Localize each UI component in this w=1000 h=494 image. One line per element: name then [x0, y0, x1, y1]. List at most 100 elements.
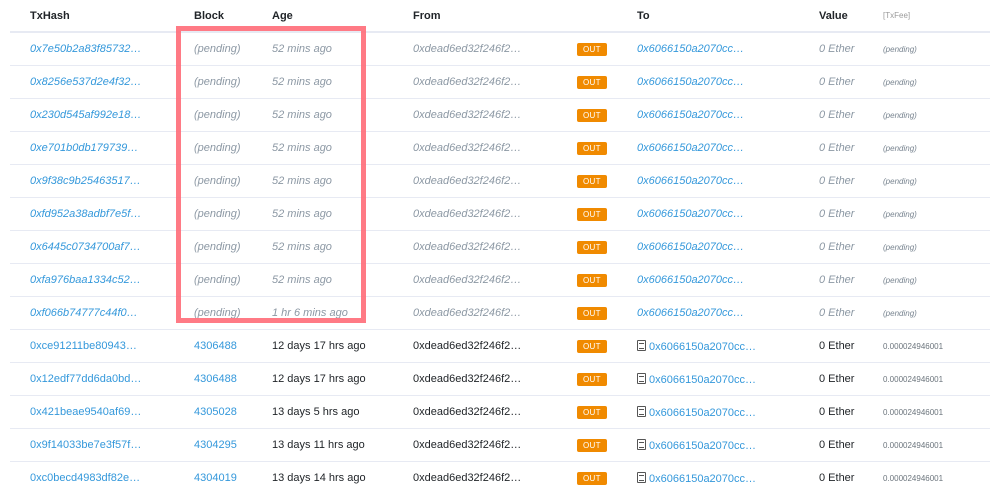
block-pending-text: (pending) — [194, 175, 240, 187]
block-cell: (pending) — [174, 132, 252, 165]
block-link[interactable]: 4304019 — [194, 472, 237, 484]
txhash-cell: 0xf066b74777c44f0… — [10, 297, 174, 330]
block-link[interactable]: 4306488 — [194, 373, 237, 385]
from-address: 0xdead6ed32f246f2… — [393, 330, 557, 363]
txhash-link[interactable]: 0xce91211be80943… — [30, 340, 137, 352]
to-address-link[interactable]: 0x6066150a2070cc… — [637, 76, 744, 88]
txhash-link[interactable]: 0x230d545af992e18… — [30, 109, 141, 121]
direction-cell: OUT — [557, 396, 617, 429]
txhash-cell: 0xfa976baa1334c52… — [10, 264, 174, 297]
table-row: 0xc0becd4983df82e… 4304019 13 days 14 hrs … — [10, 462, 990, 494]
table-row: 0xfa976baa1334c52…(pending)52 mins ago0x… — [10, 264, 990, 297]
txhash-cell: 0x12edf77dd6da0bd… — [10, 363, 174, 396]
txhash-link[interactable]: 0x421beae9540af69… — [30, 406, 141, 418]
column-header-to: To — [617, 0, 799, 32]
txhash-link[interactable]: 0x12edf77dd6da0bd… — [30, 373, 141, 385]
from-address: 0xdead6ed32f246f2… — [393, 462, 557, 494]
age-cell: 52 mins ago — [252, 32, 393, 66]
txhash-link[interactable]: 0xf066b74777c44f0… — [30, 307, 138, 319]
value-cell: 0 Ether — [799, 396, 863, 429]
table-row: 0x12edf77dd6da0bd… 4306488 12 days 17 hrs … — [10, 363, 990, 396]
from-address: 0xdead6ed32f246f2… — [393, 297, 557, 330]
block-cell: 4304019 — [174, 462, 252, 494]
to-address-link[interactable]: 0x6066150a2070cc… — [649, 341, 756, 353]
out-badge: OUT — [577, 109, 607, 122]
from-address: 0xdead6ed32f246f2… — [393, 132, 557, 165]
to-address-link[interactable]: 0x6066150a2070cc… — [637, 274, 744, 286]
table-row: 0xf066b74777c44f0…(pending)1 hr 6 mins a… — [10, 297, 990, 330]
out-badge: OUT — [577, 43, 607, 56]
from-address: 0xdead6ed32f246f2… — [393, 165, 557, 198]
txfee-cell: (pending) — [863, 165, 990, 198]
txfee-cell: (pending) — [863, 297, 990, 330]
value-cell: 0 Ether — [799, 264, 863, 297]
direction-cell: OUT — [557, 165, 617, 198]
direction-cell: OUT — [557, 429, 617, 462]
out-badge: OUT — [577, 406, 607, 419]
txhash-link[interactable]: 0xfa976baa1334c52… — [30, 274, 141, 286]
txhash-link[interactable]: 0xfd952a38adbf7e5f… — [30, 208, 141, 220]
block-pending-text: (pending) — [194, 241, 240, 253]
direction-cell: OUT — [557, 462, 617, 494]
table-row: 0x9f14033be7e3f57f…430429513 days 11 hrs… — [10, 429, 990, 462]
to-address-link[interactable]: 0x6066150a2070cc… — [649, 374, 756, 386]
out-badge: OUT — [577, 241, 607, 254]
to-address-link[interactable]: 0x6066150a2070cc… — [649, 407, 756, 419]
block-cell: (pending) — [174, 66, 252, 99]
direction-cell: OUT — [557, 363, 617, 396]
to-address-link[interactable]: 0x6066150a2070cc… — [637, 208, 744, 220]
block-cell: (pending) — [174, 231, 252, 264]
to-address-link[interactable]: 0x6066150a2070cc… — [637, 142, 744, 154]
txfee-cell: (pending) — [863, 32, 990, 66]
to-cell: 0x6066150a2070cc… — [617, 132, 799, 165]
age-cell: 12 days 17 hrs ago — [252, 363, 393, 396]
txhash-cell: 0x7e50b2a83f85732… — [10, 32, 174, 66]
block-cell: 4304295 — [174, 429, 252, 462]
txhash-link[interactable]: 0x9f14033be7e3f57f… — [30, 439, 141, 451]
txfee-cell: 0.000024946001 — [863, 396, 990, 429]
block-link[interactable]: 4304295 — [194, 439, 237, 451]
table-row: 0x8256e537d2e4f32…(pending)52 mins ago0x… — [10, 66, 990, 99]
value-cell: 0 Ether — [799, 429, 863, 462]
to-address-link[interactable]: 0x6066150a2070cc… — [637, 307, 744, 319]
txhash-link[interactable]: 0x6445c0734700af7… — [30, 241, 141, 253]
column-header-value: Value — [799, 0, 863, 32]
block-link[interactable]: 4306488 — [194, 340, 237, 352]
block-link[interactable]: 4305028 — [194, 406, 237, 418]
txhash-link[interactable]: 0x7e50b2a83f85732… — [30, 43, 141, 55]
value-cell: 0 Ether — [799, 231, 863, 264]
table-row: 0x421beae9540af69…430502813 days 5 hrs a… — [10, 396, 990, 429]
to-address-link[interactable]: 0x6066150a2070cc… — [649, 440, 756, 452]
block-pending-text: (pending) — [194, 274, 240, 286]
to-address-link[interactable]: 0x6066150a2070cc… — [637, 241, 744, 253]
file-doc-icon — [637, 439, 646, 450]
direction-cell: OUT — [557, 330, 617, 363]
file-doc-icon — [637, 406, 646, 417]
txhash-link[interactable]: 0x8256e537d2e4f32… — [30, 76, 141, 88]
txfee-cell: 0.000024946001 — [863, 462, 990, 494]
from-address: 0xdead6ed32f246f2… — [393, 231, 557, 264]
to-address-link[interactable]: 0x6066150a2070cc… — [637, 43, 744, 55]
txfee-cell: (pending) — [863, 198, 990, 231]
age-cell: 52 mins ago — [252, 231, 393, 264]
to-address-link[interactable]: 0x6066150a2070cc… — [649, 473, 756, 485]
from-address: 0xdead6ed32f246f2… — [393, 429, 557, 462]
txhash-cell: 0x9f38c9b25463517… — [10, 165, 174, 198]
txhash-link[interactable]: 0xc0becd4983df82e… — [30, 472, 140, 484]
age-cell: 52 mins ago — [252, 198, 393, 231]
value-cell: 0 Ether — [799, 198, 863, 231]
value-cell: 0 Ether — [799, 330, 863, 363]
column-header-txfee[interactable]: [TxFee] — [863, 0, 990, 32]
to-address-link[interactable]: 0x6066150a2070cc… — [637, 175, 744, 187]
from-address: 0xdead6ed32f246f2… — [393, 66, 557, 99]
value-cell: 0 Ether — [799, 99, 863, 132]
age-cell: 13 days 14 hrs ago — [252, 462, 393, 494]
txhash-link[interactable]: 0x9f38c9b25463517… — [30, 175, 141, 187]
direction-cell: OUT — [557, 99, 617, 132]
txhash-link[interactable]: 0xe701b0db179739… — [30, 142, 138, 154]
block-pending-text: (pending) — [194, 76, 240, 88]
txhash-cell: 0x8256e537d2e4f32… — [10, 66, 174, 99]
txfee-cell: 0.000024946001 — [863, 363, 990, 396]
block-cell: (pending) — [174, 165, 252, 198]
to-address-link[interactable]: 0x6066150a2070cc… — [637, 109, 744, 121]
